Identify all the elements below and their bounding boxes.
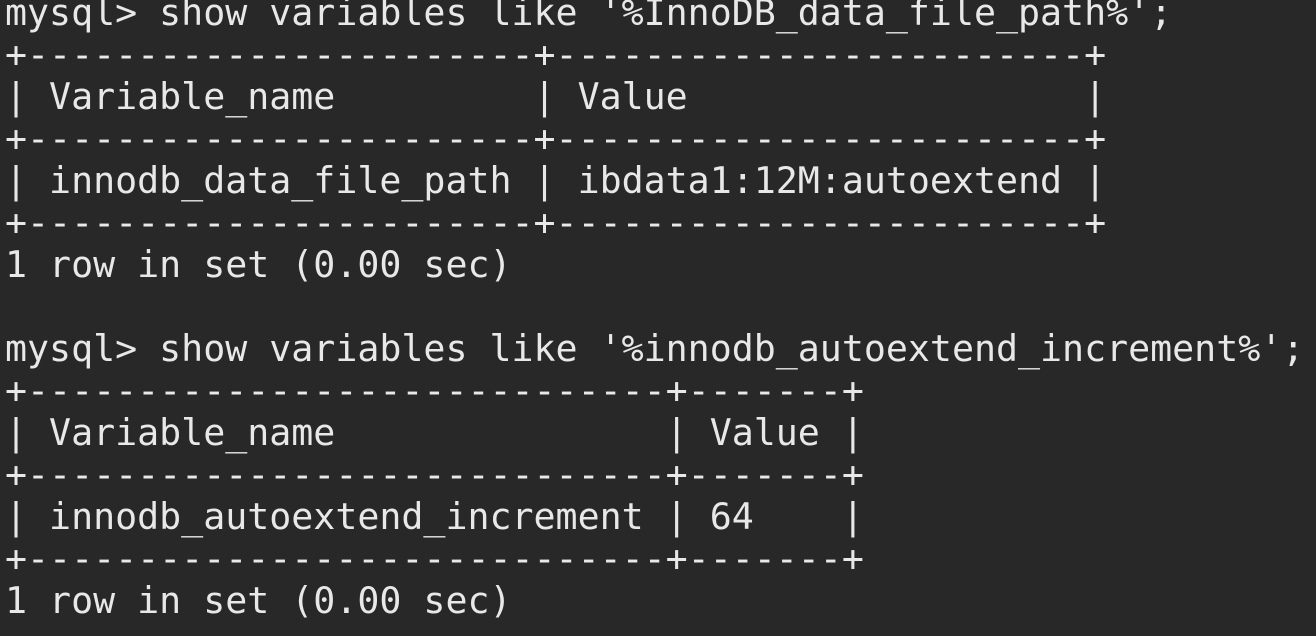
- result-status-line: 1 row in set (0.00 sec): [5, 579, 512, 622]
- sql-command-line: mysql> show variables like '%innodb_auto…: [5, 327, 1305, 370]
- table-header-row: | Variable_name | Value |: [5, 411, 864, 454]
- table-border-line: +-----------------------+---------------…: [5, 33, 1107, 76]
- table-header-row: | Variable_name | Value |: [5, 75, 1107, 118]
- table-border-line: +-----------------------------+-------+: [5, 453, 864, 496]
- result-status-line: 1 row in set (0.00 sec): [5, 243, 512, 286]
- table-row: | innodb_autoextend_increment | 64 |: [5, 495, 864, 538]
- table-border-line: +-----------------------+---------------…: [5, 201, 1107, 244]
- sql-command-line: mysql> show variables like '%InnoDB_data…: [5, 0, 1173, 34]
- table-border-line: +-----------------------------+-------+: [5, 537, 864, 580]
- terminal-output: mysql> show variables like '%InnoDB_data…: [5, 0, 1311, 622]
- table-border-line: +-----------------------------+-------+: [5, 369, 864, 412]
- table-row: | innodb_data_file_path | ibdata1:12M:au…: [5, 159, 1107, 202]
- table-border-line: +-----------------------+---------------…: [5, 117, 1107, 160]
